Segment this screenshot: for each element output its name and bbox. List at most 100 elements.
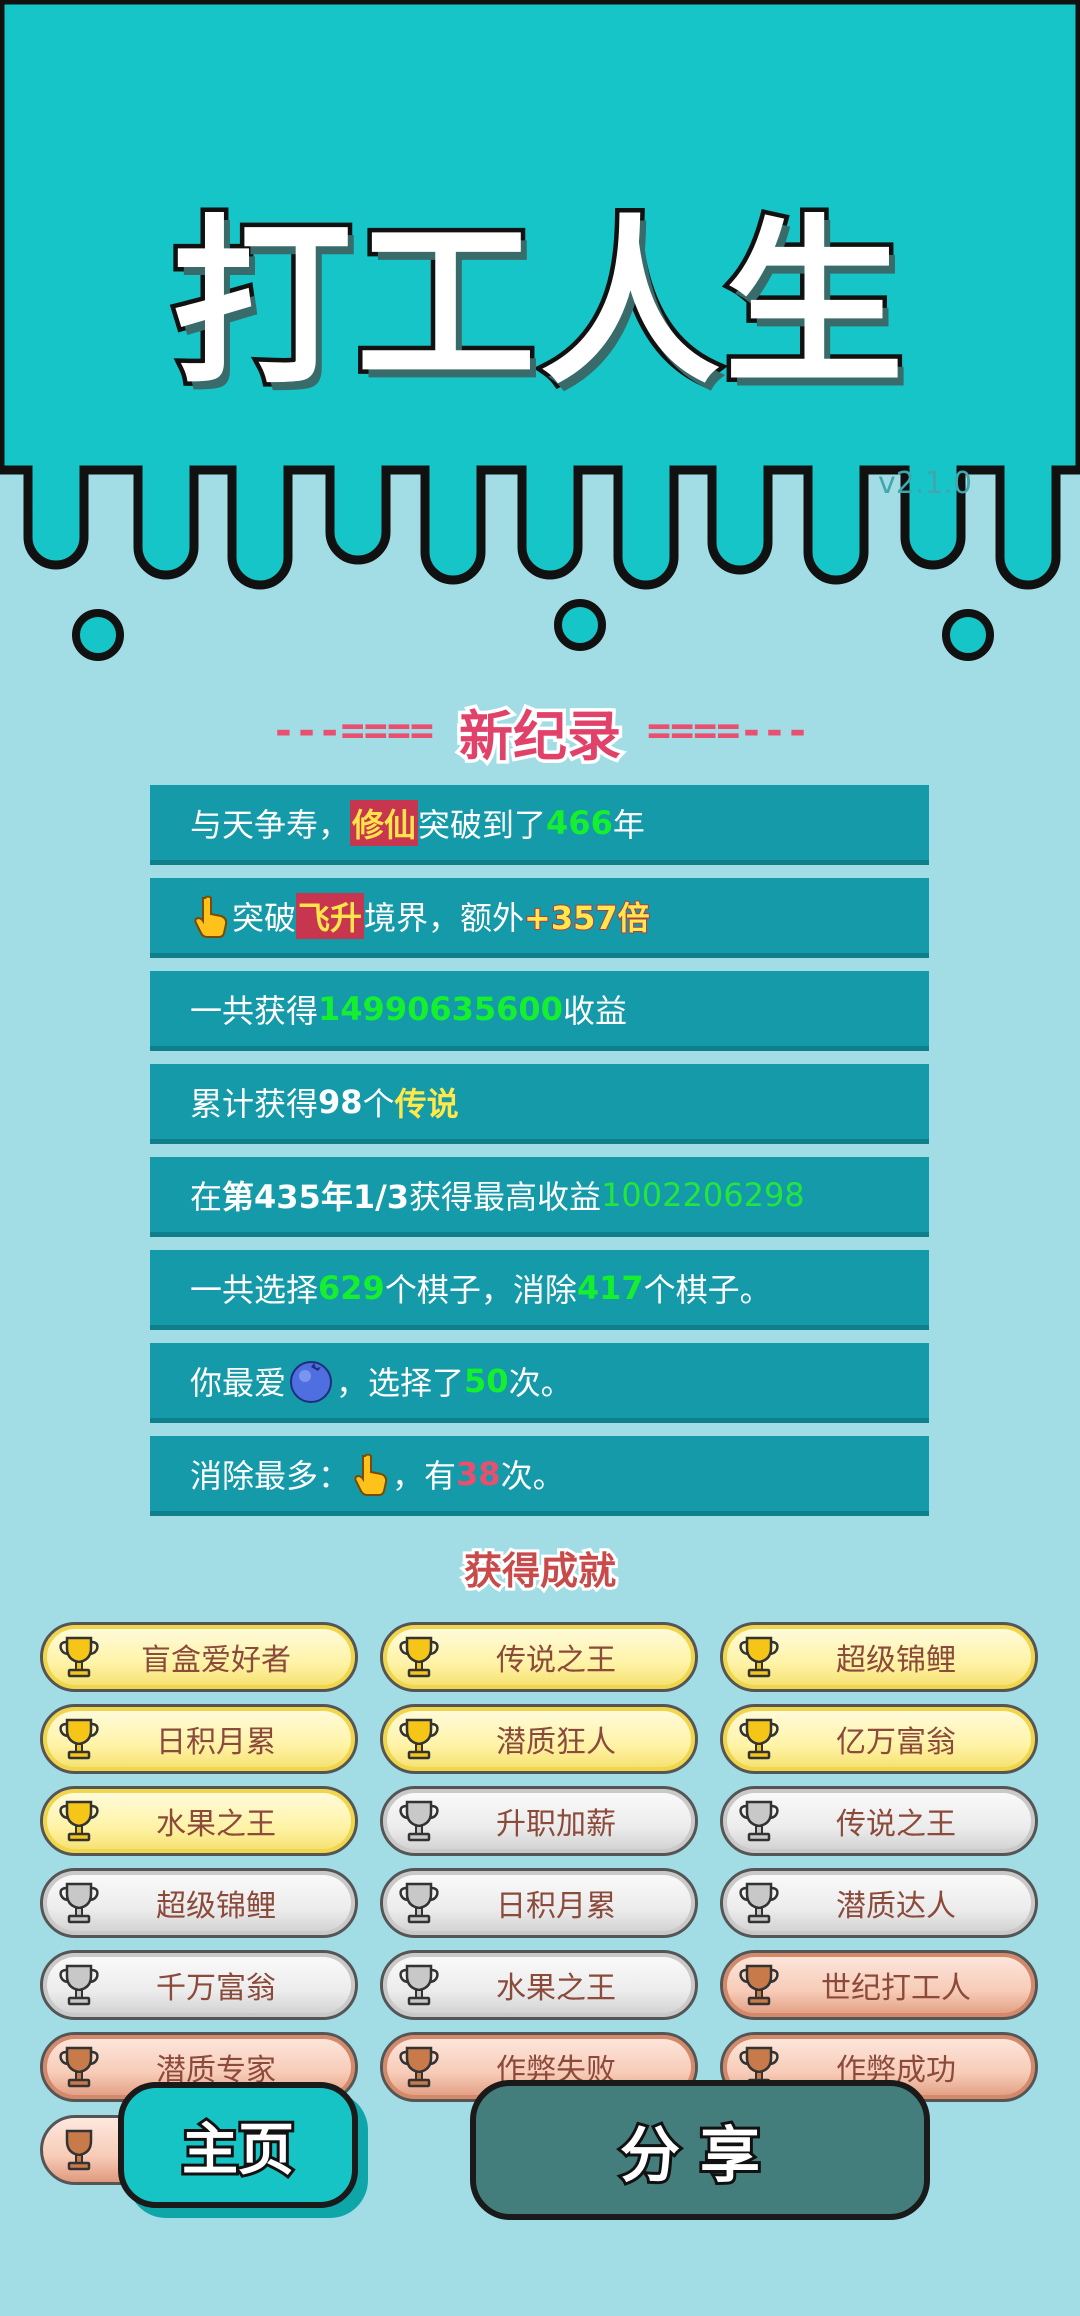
stat-value: 50 [464,1361,509,1400]
stat-highlight: 修仙 [350,799,419,846]
achievement-badge: 升职加薪 [380,1786,698,1856]
trophy-icon [59,2046,99,2088]
achievement-label: 水果之王 [496,1971,616,2006]
record-stats: 与天争寿， 修仙 突破到了 466 年 突破 飞升 境界，额外 +357倍 一共… [150,785,929,1529]
trophy-icon [399,2046,439,2088]
achievement-badge: 千万富翁 [40,1950,358,2020]
trophy-icon [65,2129,93,2171]
stat-text: 你最爱 [190,1363,287,1402]
stat-text: 次。 [508,1363,573,1402]
stat-row-legends: 累计获得 98 个 传说 [150,1064,929,1144]
trophy-icon [59,1718,99,1760]
stat-highlight: 传说 [394,1084,459,1123]
stat-text: 在 [190,1177,223,1216]
achievement-label: 升职加薪 [496,1807,616,1842]
achievement-label: 超级锦鲤 [836,1643,956,1678]
trophy-icon [739,1882,779,1924]
stat-text: 个 [362,1084,395,1123]
trophy-icon [59,1636,99,1678]
stat-value: 38 [456,1454,501,1493]
trophy-icon [399,1636,439,1678]
stat-value: 1002206298 [601,1175,805,1214]
achievement-badge: 日积月累 [40,1704,358,1774]
achievement-label: 传说之王 [836,1807,956,1842]
stat-text: 个棋子，消除 [384,1270,577,1309]
stat-text: 与天争寿， [190,805,351,844]
achievement-badge: 潜质狂人 [380,1704,698,1774]
achievement-label: 潜质狂人 [496,1725,616,1760]
achievement-label: 亿万富翁 [836,1725,956,1760]
stat-text: ，选择了 [336,1363,465,1402]
pointing-hand-icon [194,895,228,938]
trophy-icon [59,1800,99,1842]
heading-deco-left: ---==== [271,708,434,754]
stat-text: 年 [612,805,645,844]
achievement-badge: 潜质达人 [720,1868,1038,1938]
achievement-label: 千万富翁 [156,1971,276,2006]
achievement-label: 潜质达人 [836,1889,956,1924]
stat-value: +357倍 [523,898,651,938]
achievement-badge: 传说之王 [380,1622,698,1692]
stat-text: 消除最多： [190,1456,351,1495]
stat-row-most-eliminated: 消除最多： ，有 38 次。 [150,1436,929,1516]
stat-text: 境界，额外 [364,898,525,937]
achievement-badge: 水果之王 [380,1950,698,2020]
stat-text: 突破到了 [418,805,547,844]
drip-dot [72,609,124,661]
achievement-label: 水果之王 [156,1807,276,1842]
trophy-icon [59,1882,99,1924]
heading-deco-right: ====--- [647,708,810,754]
new-record-title: 新纪录 [456,701,625,771]
achievement-badge: 传说之王 [720,1786,1038,1856]
achievement-badge: 超级锦鲤 [40,1868,358,1938]
new-record-heading: ---==== 新纪录 ====--- [0,696,1080,771]
achievement-label: 日积月累 [156,1725,276,1760]
achievement-label: 传说之王 [496,1643,616,1678]
stat-row-pieces: 一共选择 629 个棋子，消除 417 个棋子。 [150,1250,929,1330]
trophy-icon [739,1636,779,1678]
achievement-badge: 世纪打工人 [720,1950,1038,2020]
stat-value: 417 [576,1268,644,1307]
stat-highlight: 飞升 [296,892,365,939]
home-button[interactable]: 主页 [118,2082,358,2208]
stat-text: 个棋子。 [643,1270,772,1309]
trophy-icon [399,1718,439,1760]
trophy-icon [399,1882,439,1924]
achievement-badge: 亿万富翁 [720,1704,1038,1774]
stat-value: 629 [318,1268,385,1307]
stat-value: 14990635600 [318,989,563,1028]
stat-text: 一共选择 [190,1270,319,1309]
trophy-icon [399,1800,439,1842]
stat-row-income: 一共获得 14990635600 收益 [150,971,929,1051]
trophy-icon [739,1800,779,1842]
stat-text: 累计获得 [190,1084,319,1123]
stat-row-best-income: 在 第435年1/3 获得最高收益 1002206298 [150,1157,929,1237]
header: 打工人生 v2.1.0 [0,0,1080,700]
trophy-icon [399,1964,439,2006]
stat-text: 获得最高收益 [409,1177,602,1216]
achievement-label: 超级锦鲤 [156,1889,276,1924]
achievement-badge: 水果之王 [40,1786,358,1856]
trophy-icon [59,1964,99,2006]
blueberry-icon [290,1360,333,1403]
achievements-grid: 盲盒爱好者 传说之王 超级锦鲤 日积月累 潜质狂人 亿万富翁 水果之王 升职加薪 传说之王 超级锦… [40,1622,1040,2102]
stat-text: 突破 [232,898,297,937]
achievement-badge: 日积月累 [380,1868,698,1938]
share-button[interactable]: 分享 [470,2080,930,2220]
achievement-badge: 超级锦鲤 [720,1622,1038,1692]
stat-value: 466 [546,803,613,842]
achievement-label: 日积月累 [496,1889,616,1924]
stat-row-favorite: 你最爱 ，选择了 50 次。 [150,1343,929,1423]
achievement-badge: 盲盒爱好者 [40,1622,358,1692]
stat-text: 收益 [562,991,627,1030]
achievements-title: 获得成就 [461,1546,619,1596]
stat-row-ascension: 突破 飞升 境界，额外 +357倍 [150,878,929,958]
achievement-label: 世纪打工人 [821,1971,971,2006]
achievement-label: 盲盒爱好者 [141,1643,291,1678]
stat-text: 次。 [500,1456,565,1495]
drip-dot [554,599,606,651]
trophy-icon [739,1718,779,1760]
stat-text: 一共获得 [190,991,319,1030]
stat-value: 第435年1/3 [222,1177,410,1216]
drip-dot [942,609,994,661]
